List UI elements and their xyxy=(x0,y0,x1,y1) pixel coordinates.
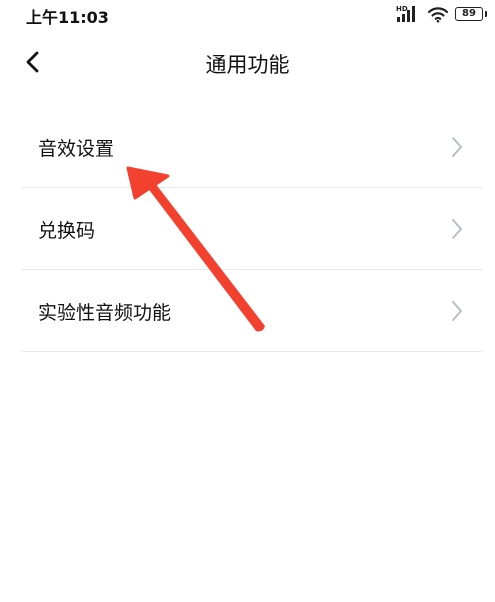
status-time: 上午11:03 xyxy=(26,8,109,27)
chevron-right-icon xyxy=(452,219,462,239)
menu-item-sound-effects[interactable]: 音效设置 xyxy=(22,106,482,188)
wifi-icon xyxy=(427,7,449,23)
menu-item-label: 兑换码 xyxy=(38,220,96,242)
signal-icon: HD xyxy=(396,5,415,22)
status-icons: HD 89 xyxy=(395,4,487,24)
battery-level: 89 xyxy=(462,8,476,19)
battery-icon: 89 xyxy=(455,7,487,21)
chevron-right-icon xyxy=(452,137,462,157)
nav-bar: 通用功能 xyxy=(0,36,495,88)
network-badge: HD xyxy=(396,5,408,13)
menu-item-experimental-audio[interactable]: 实验性音频功能 xyxy=(22,270,482,352)
menu-item-label: 实验性音频功能 xyxy=(38,302,172,324)
page-title: 通用功能 xyxy=(205,53,290,77)
status-bar: 上午11:03 HD 89 xyxy=(0,0,495,30)
menu-item-label: 音效设置 xyxy=(38,138,115,160)
menu-item-redeem-code[interactable]: 兑换码 xyxy=(22,188,482,270)
settings-menu: 音效设置 兑换码 实验性音频功能 xyxy=(22,106,482,352)
chevron-right-icon xyxy=(452,301,462,321)
